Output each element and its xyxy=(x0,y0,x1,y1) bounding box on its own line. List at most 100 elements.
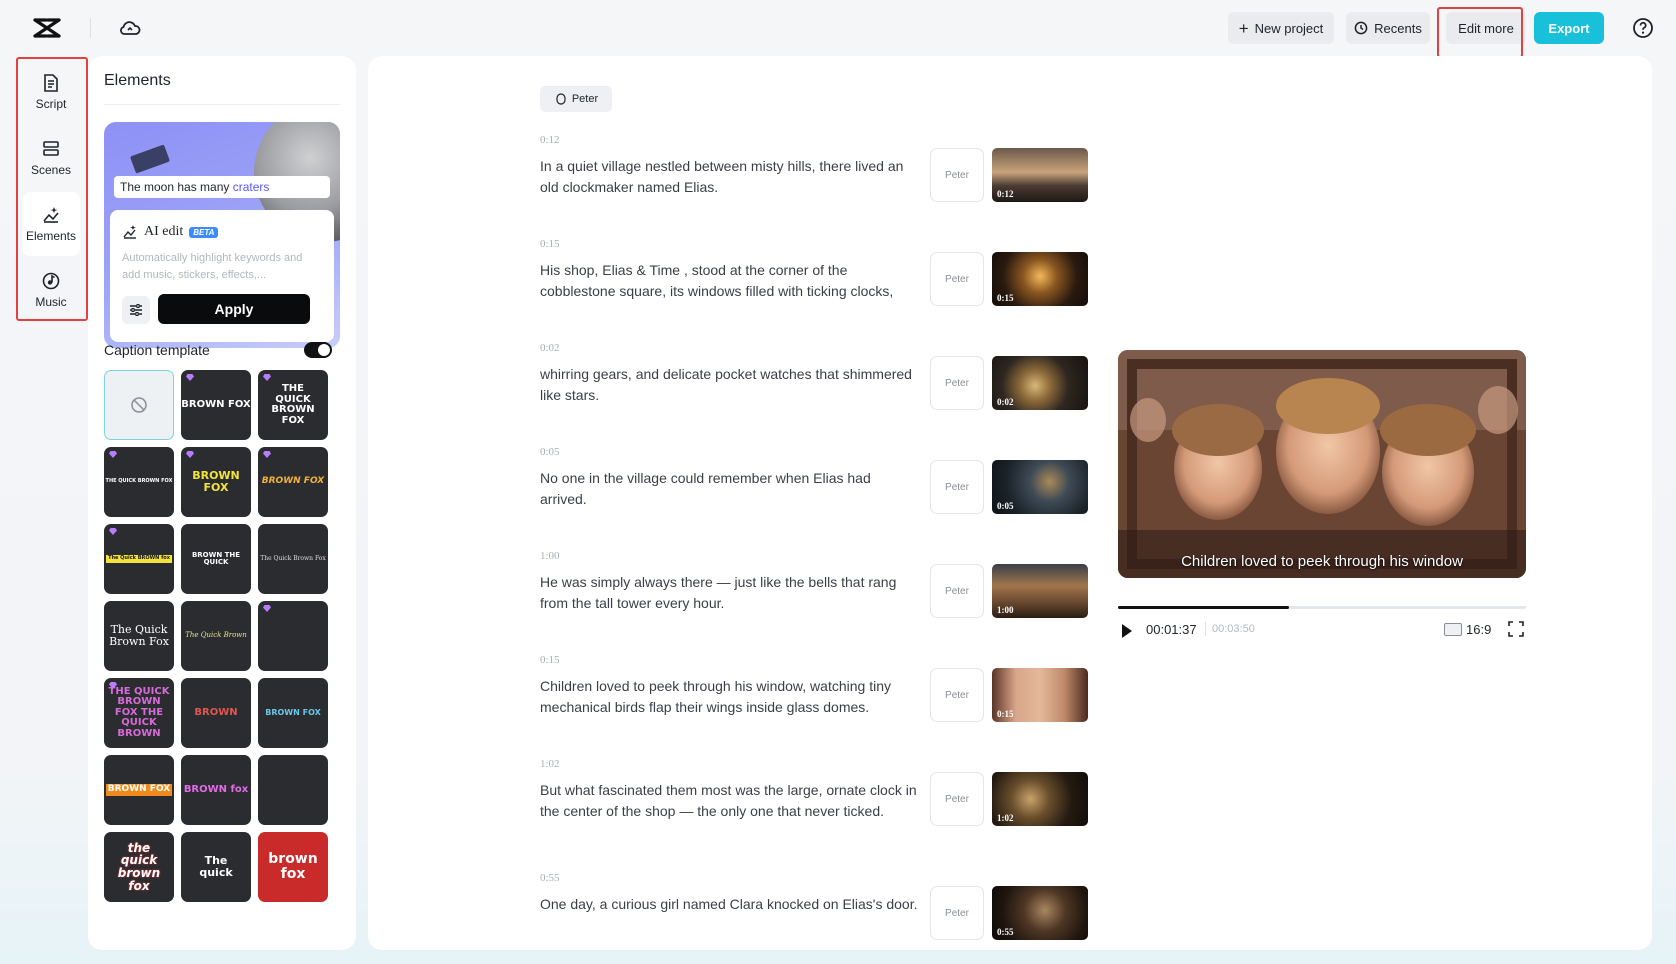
template-item[interactable]: BROWN FOX xyxy=(258,678,328,748)
template-item[interactable]: THE QUICK BROWN FOX THE QUICK BROWN xyxy=(104,678,174,748)
segment-thumbnail[interactable]: 0:12 xyxy=(992,148,1088,202)
script-segment[interactable]: 0:15 Children loved to peek through his … xyxy=(540,654,1088,744)
new-project-button[interactable]: + New project xyxy=(1228,12,1334,44)
template-preview-text: THE QUICK BROWN FOX xyxy=(105,478,173,485)
script-segment[interactable]: 1:02 But what fascinated them most was t… xyxy=(540,758,1088,858)
template-preview-text: THE QUICK BROWN FOX THE QUICK BROWN xyxy=(108,685,170,739)
segment-text[interactable]: Children loved to peek through his windo… xyxy=(540,676,920,718)
template-item[interactable] xyxy=(258,755,328,825)
ai-settings-button[interactable] xyxy=(122,296,150,324)
template-item[interactable]: BROWN FOX xyxy=(104,755,174,825)
segment-duration: 0:05 xyxy=(997,501,1014,511)
template-item[interactable]: The quick xyxy=(181,832,251,902)
segment-thumbnail[interactable]: 0:02 xyxy=(992,356,1088,410)
segment-thumbnail[interactable]: 0:05 xyxy=(992,460,1088,514)
apply-button[interactable]: Apply xyxy=(158,294,310,324)
segment-voice-button[interactable]: Peter xyxy=(930,564,984,618)
template-item[interactable]: The Quick Brown Fox xyxy=(104,601,174,671)
aspect-ratio-button[interactable]: 16:9 xyxy=(1444,622,1491,637)
template-item[interactable]: BROWN FOX xyxy=(181,447,251,517)
segment-time: 0:15 xyxy=(540,654,560,666)
template-item[interactable]: THE QUICK BROWN FOX xyxy=(104,447,174,517)
segment-text[interactable]: whirring gears, and delicate pocket watc… xyxy=(540,364,920,406)
segment-thumbnail[interactable]: 0:15 xyxy=(992,668,1088,722)
speaker-chip[interactable]: Peter xyxy=(540,86,612,112)
cloud-sync-icon[interactable] xyxy=(118,16,142,40)
ai-edit-label: AI edit xyxy=(144,224,184,239)
template-item[interactable]: BROWN fox xyxy=(181,755,251,825)
segment-duration: 0:55 xyxy=(997,927,1014,937)
script-segment[interactable]: 0:15 His shop, Elias & Time , stood at t… xyxy=(540,238,1088,328)
segment-voice-button[interactable]: Peter xyxy=(930,252,984,306)
fullscreen-icon[interactable] xyxy=(1508,621,1524,637)
premium-gem-icon xyxy=(186,451,194,458)
template-preview-text: BROWN THE QUICK xyxy=(191,550,241,566)
template-preview-text: The Quick Brown Fox xyxy=(260,554,326,562)
preview-caption: Children loved to peek through his windo… xyxy=(1181,553,1463,570)
play-icon[interactable] xyxy=(1122,624,1132,638)
segment-thumbnail[interactable]: 0:15 xyxy=(992,252,1088,306)
time-divider xyxy=(1205,622,1206,636)
template-item[interactable]: The Quick BROWN fox xyxy=(104,524,174,594)
help-icon[interactable] xyxy=(1632,17,1654,39)
template-item[interactable]: the quick brown fox xyxy=(104,832,174,902)
segment-duration: 1:00 xyxy=(997,605,1014,615)
segment-voice-button[interactable]: Peter xyxy=(930,356,984,410)
premium-gem-icon xyxy=(263,451,271,458)
template-item[interactable]: BROWN FOX xyxy=(258,447,328,517)
segment-thumbnail[interactable]: 1:00 xyxy=(992,564,1088,618)
segment-text[interactable]: One day, a curious girl named Clara knoc… xyxy=(540,894,920,915)
script-segment[interactable]: 0:05 No one in the village could remembe… xyxy=(540,446,1088,536)
template-preview-text: BROWN xyxy=(194,706,238,718)
segment-time: 0:02 xyxy=(540,342,560,354)
premium-gem-icon xyxy=(263,605,271,612)
total-time: 00:03:50 xyxy=(1212,623,1255,635)
segment-voice-button[interactable]: Peter xyxy=(930,886,984,940)
script-segment[interactable]: 1:00 He was simply always there — just l… xyxy=(540,550,1088,640)
template-item[interactable]: BROWN THE QUICK xyxy=(181,524,251,594)
playback-progress-bar[interactable] xyxy=(1118,606,1526,609)
template-item[interactable]: The Quick Brown Fox xyxy=(258,524,328,594)
template-item[interactable]: brown fox xyxy=(258,832,328,902)
segment-text[interactable]: But what fascinated them most was the la… xyxy=(540,780,920,822)
capcut-logo-icon[interactable] xyxy=(32,16,62,40)
premium-gem-icon xyxy=(263,374,271,381)
segment-thumbnail[interactable]: 1:02 xyxy=(992,772,1088,826)
export-button[interactable]: Export xyxy=(1534,12,1604,44)
template-preview-text: The quick xyxy=(199,854,233,879)
segment-thumbnail[interactable]: 0:55 xyxy=(992,886,1088,940)
template-none[interactable] xyxy=(104,370,174,440)
elements-panel: Elements The moon has many craters AI ed… xyxy=(88,56,356,950)
premium-gem-icon xyxy=(186,374,194,381)
script-segment[interactable]: 0:55 One day, a curious girl named Clara… xyxy=(540,872,1088,950)
template-item[interactable]: BROWN FOX xyxy=(181,370,251,440)
segment-voice-button[interactable]: Peter xyxy=(930,148,984,202)
segment-time: 0:15 xyxy=(540,238,560,250)
template-item[interactable]: BROWN xyxy=(181,678,251,748)
script-segment[interactable]: 0:12 In a quiet village nestled between … xyxy=(540,134,1088,224)
video-preview[interactable]: Children loved to peek through his windo… xyxy=(1118,350,1526,578)
segment-text[interactable]: In a quiet village nestled between misty… xyxy=(540,156,920,198)
template-preview-text: BROWN FOX xyxy=(192,469,240,494)
segment-duration: 0:12 xyxy=(997,189,1014,199)
ai-edit-header: AI edit BETA xyxy=(122,224,219,240)
template-item[interactable]: The Quick Brown xyxy=(181,601,251,671)
segment-voice-button[interactable]: Peter xyxy=(930,460,984,514)
playback-progress-fill xyxy=(1118,606,1290,609)
template-preview-text: BROWN FOX xyxy=(105,784,173,796)
segment-text[interactable]: No one in the village could remember whe… xyxy=(540,468,920,510)
segment-time: 0:12 xyxy=(540,134,560,146)
segment-text[interactable]: He was simply always there — just like t… xyxy=(540,572,920,614)
recents-button[interactable]: Recents xyxy=(1346,12,1430,44)
segment-voice-button[interactable]: Peter xyxy=(930,668,984,722)
segment-voice-button[interactable]: Peter xyxy=(930,772,984,826)
playback-controls: 00:01:37 00:03:50 16:9 xyxy=(1118,620,1526,642)
template-item[interactable] xyxy=(258,601,328,671)
segment-text[interactable]: His shop, Elias & Time , stood at the co… xyxy=(540,260,920,302)
segment-duration: 0:02 xyxy=(997,397,1014,407)
template-item[interactable]: THE QUICK BROWN FOX xyxy=(258,370,328,440)
script-segment[interactable]: 0:02 whirring gears, and delicate pocket… xyxy=(540,342,1088,432)
aspect-ratio-icon xyxy=(1444,623,1462,636)
template-preview-text: THE QUICK BROWN FOX xyxy=(271,383,315,426)
caption-template-toggle[interactable] xyxy=(304,342,332,358)
